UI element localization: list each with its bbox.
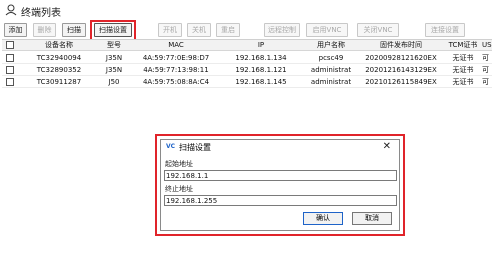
us-cell: 可 (482, 66, 489, 74)
table-header: 设备名称 型号 MAC IP 用户名称 固件发布时间 TCM证书 US (2, 40, 492, 51)
start-address-input[interactable] (164, 170, 397, 181)
restart-button[interactable]: 重启 (216, 23, 240, 37)
column-header-firmware[interactable]: 固件发布时间 (358, 40, 444, 51)
column-header-name[interactable]: 设备名称 (26, 40, 92, 51)
device-name-cell: TC32890352 (36, 66, 82, 74)
device-name-cell: TC32940094 (36, 54, 82, 62)
model-cell: J35N (105, 66, 123, 74)
end-address-label: 终止地址 (165, 185, 193, 193)
tcm-cell: 无证书 (452, 54, 474, 62)
column-header-ip[interactable]: IP (218, 40, 304, 51)
vnc-icon: VC (166, 143, 176, 150)
add-button[interactable]: 添加 (4, 23, 27, 37)
table-row[interactable]: TC32940094 J35N 4A:59:77:0E:98:D7 192.16… (2, 52, 492, 64)
us-cell: 可 (482, 54, 489, 62)
firmware-cell: 20210126115849EX (365, 78, 437, 86)
row-checkbox[interactable] (6, 66, 14, 74)
scan-settings-dialog: VC 扫描设置 ✕ 起始地址 终止地址 确认 取消 (160, 139, 400, 231)
delete-button[interactable]: 删除 (33, 23, 56, 37)
model-cell: J35N (105, 54, 123, 62)
title-bar: 终端列表 (0, 0, 492, 20)
enable-vnc-button[interactable]: 启用VNC (306, 23, 348, 37)
firmware-cell: 20200928121620EX (365, 54, 437, 62)
dialog-title-bar: VC 扫描设置 ✕ (161, 140, 399, 154)
device-name-cell: TC30911287 (36, 78, 82, 86)
scan-button[interactable]: 扫描 (62, 23, 86, 37)
connection-settings-button[interactable]: 连接设置 (425, 23, 465, 37)
select-all-checkbox[interactable] (6, 41, 14, 49)
ip-cell: 192.168.1.121 (235, 66, 287, 74)
toolbar: 添加 删除 扫描 扫描设置 开机 关机 重启 远程控制 启用VNC 关闭VNC … (0, 20, 492, 39)
end-address-input[interactable] (164, 195, 397, 206)
close-icon[interactable]: ✕ (383, 141, 391, 152)
cancel-button[interactable]: 取消 (352, 212, 392, 225)
row-checkbox[interactable] (6, 54, 14, 62)
us-cell: 可 (482, 78, 489, 86)
column-header-model[interactable]: 型号 (94, 40, 134, 51)
ip-cell: 192.168.1.134 (235, 54, 287, 62)
ip-cell: 192.168.1.145 (235, 78, 287, 86)
row-checkbox[interactable] (6, 78, 14, 86)
column-header-mac[interactable]: MAC (136, 40, 216, 51)
column-header-user[interactable]: 用户名称 (306, 40, 356, 51)
mac-cell: 4A:59:75:08:8A:C4 (142, 78, 210, 86)
table-row[interactable]: TC30911287 J50 4A:59:75:08:8A:C4 192.168… (2, 76, 492, 88)
remote-control-button[interactable]: 远程控制 (264, 23, 300, 37)
power-on-button[interactable]: 开机 (158, 23, 182, 37)
dialog-title: 扫描设置 (179, 143, 211, 152)
tcm-cell: 无证书 (452, 66, 474, 74)
disable-vnc-button[interactable]: 关闭VNC (357, 23, 399, 37)
start-address-label: 起始地址 (165, 160, 193, 168)
scan-settings-button[interactable]: 扫描设置 (94, 23, 132, 37)
tcm-cell: 无证书 (452, 78, 474, 86)
firmware-cell: 20201216143129EX (365, 66, 437, 74)
column-header-us[interactable]: US (482, 40, 492, 51)
table-row[interactable]: TC32890352 J35N 4A:59:77:13:98:11 192.16… (2, 64, 492, 76)
user-cell: administrat (310, 66, 352, 74)
mac-cell: 4A:59:77:13:98:11 (143, 66, 209, 74)
user-cell: pcsc49 (318, 54, 344, 62)
column-header-tcm[interactable]: TCM证书 (446, 40, 480, 51)
model-cell: J50 (108, 78, 120, 86)
window-title: 终端列表 (21, 8, 61, 19)
shutdown-button[interactable]: 关机 (187, 23, 211, 37)
user-cell: administrat (310, 78, 352, 86)
terminal-list-icon (5, 4, 17, 16)
confirm-button[interactable]: 确认 (303, 212, 343, 225)
mac-cell: 4A:59:77:0E:98:D7 (142, 54, 210, 62)
